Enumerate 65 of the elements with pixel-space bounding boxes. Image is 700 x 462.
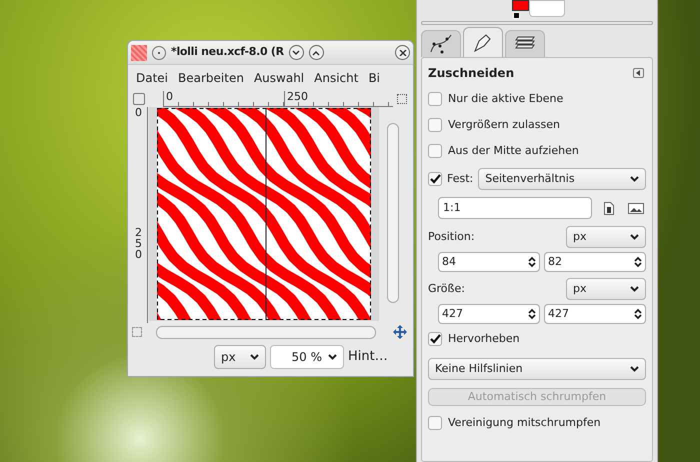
zoom-icon[interactable] [397, 94, 407, 104]
spinner-icon [528, 256, 536, 268]
menu-item[interactable]: Bi [368, 69, 380, 87]
checkbox-label: Vereinigung mitschrumpfen [448, 414, 601, 431]
chevron-icon [630, 176, 639, 182]
spinner-icon [528, 308, 536, 320]
default-colors-icon[interactable] [513, 12, 520, 19]
maximize-icon[interactable] [308, 45, 324, 60]
foreground-color-swatch[interactable] [512, 0, 529, 11]
horizontal-scrollbar[interactable] [156, 326, 376, 338]
aspect-dropdown[interactable]: Seitenverhältnis [478, 168, 646, 190]
paths-icon [429, 32, 453, 56]
unit-dropdown[interactable]: px [566, 278, 646, 300]
menu-item[interactable]: Bearbeiten [178, 69, 244, 87]
spin-field[interactable]: 427 [438, 304, 540, 324]
ruler-label: 250 [135, 227, 143, 260]
panel-menu-icon[interactable] [633, 68, 644, 78]
checkbox-label: Aus der Mitte aufziehen [448, 142, 579, 159]
spin-field[interactable]: 82 [544, 252, 646, 272]
background-color-swatch[interactable] [529, 0, 565, 17]
field-label: Größe: [428, 280, 465, 297]
unit-dropdown[interactable]: px [214, 345, 266, 369]
chevron-icon [630, 366, 639, 372]
checkbox-label: Hervorheben [448, 330, 520, 347]
landscape-icon[interactable] [628, 202, 644, 214]
portrait-icon[interactable] [604, 202, 614, 214]
checkbox-label: Nur die aktive Ebene [448, 90, 564, 107]
field-label: Position: [428, 228, 475, 245]
checkbox[interactable] [428, 332, 442, 346]
minimize-icon[interactable] [288, 45, 304, 60]
status-text: Hint… [348, 348, 388, 366]
vertical-scrollbar[interactable] [387, 123, 399, 303]
spinner-icon [634, 308, 642, 320]
layers-tab[interactable] [505, 30, 545, 57]
move-icon[interactable] [393, 325, 407, 339]
panel-title: Zuschneiden [428, 65, 514, 82]
tool-options-tab[interactable] [463, 27, 503, 57]
zoom-dropdown[interactable]: 50 % [270, 345, 344, 369]
checkbox[interactable] [428, 172, 442, 186]
menu-icon[interactable] [152, 46, 166, 60]
menu-item[interactable]: Datei [136, 69, 168, 87]
menu-item[interactable]: Auswahl [254, 69, 304, 87]
chevron-icon [630, 234, 639, 240]
spin-field[interactable]: 427 [544, 304, 646, 324]
checkbox[interactable] [428, 416, 442, 430]
close-icon[interactable] [395, 45, 410, 60]
ruler-label: 0 [135, 107, 142, 118]
chevron-icon [328, 354, 337, 360]
app-icon [131, 44, 147, 60]
paths-tab[interactable] [421, 30, 461, 57]
checkbox-label: Fest: [447, 170, 474, 187]
window-title: *lolli neu.xcf-8.0 (R [171, 44, 284, 60]
checkbox[interactable] [428, 118, 442, 132]
checkbox[interactable] [428, 144, 442, 158]
chevron-icon [250, 354, 259, 360]
menu-item[interactable]: Ansicht [314, 69, 358, 87]
spin-field[interactable]: 84 [438, 252, 540, 272]
checkbox[interactable] [428, 92, 442, 106]
ratio-field[interactable]: 1:1 [438, 197, 592, 219]
guides-dropdown[interactable]: Keine Hilfslinien [428, 358, 646, 380]
checkbox-label: Vergrößern zulassen [448, 116, 560, 133]
unit-dropdown[interactable]: px [566, 226, 646, 248]
chevron-icon [630, 286, 639, 292]
spinner-icon [634, 256, 642, 268]
navigate-icon[interactable] [133, 93, 145, 105]
